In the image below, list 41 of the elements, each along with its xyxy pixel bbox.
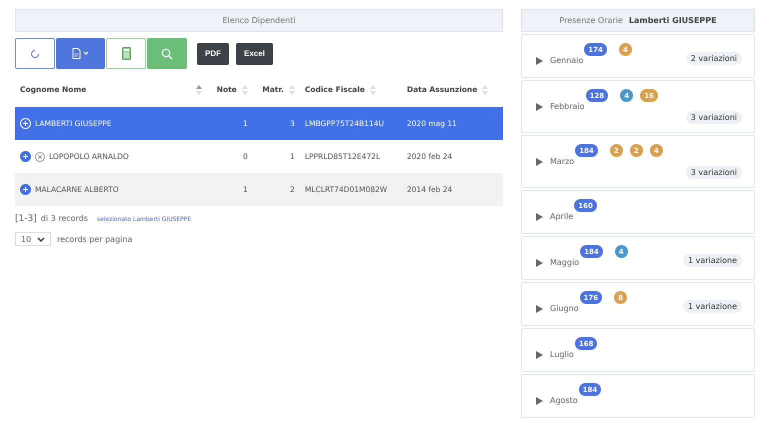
variations-tag: 3 variazioni [686, 111, 742, 124]
panel-title-text: Presenze Orarie [559, 16, 623, 25]
export-button[interactable]: Excel [236, 42, 273, 64]
month-name: Luglio [550, 350, 574, 359]
export-button[interactable]: PDF [197, 42, 229, 64]
records-count: di 3 records [40, 214, 88, 223]
chevron-down-icon [37, 236, 45, 242]
triangle-right-icon[interactable] [536, 213, 543, 221]
calculator-button[interactable] [106, 38, 146, 69]
search-icon [161, 48, 173, 60]
triangle-right-icon[interactable] [536, 259, 543, 267]
triangle-right-icon[interactable] [536, 57, 543, 65]
refresh-icon [30, 48, 40, 58]
month-name: Marzo [550, 157, 574, 166]
panel-title: Elenco Dipendenti [15, 9, 503, 32]
month-name: Febbraio [550, 102, 585, 111]
triangle-right-icon[interactable] [536, 397, 543, 405]
variations-tag: 1 variazione [683, 300, 742, 313]
plus-circle-icon[interactable] [20, 118, 31, 129]
employee-name: Lamberti GIUSEPPE [628, 16, 717, 25]
page-size-label: records per pagina [57, 234, 132, 244]
triangle-right-icon[interactable] [536, 103, 543, 111]
page-size-select[interactable]: 10 [15, 232, 51, 246]
plus-circle-icon[interactable] [20, 184, 31, 195]
export-button[interactable] [56, 38, 105, 69]
month-name: Aprile [550, 212, 574, 221]
triangle-right-icon[interactable] [536, 305, 543, 313]
document-icon [72, 48, 90, 59]
month-name: Giugno [550, 304, 579, 313]
month-name: Agosto [550, 396, 578, 405]
month-name: Gennaio [550, 56, 584, 65]
variations-tag: 3 variazioni [686, 166, 742, 179]
calculator-icon [122, 47, 130, 60]
triangle-right-icon[interactable] [536, 158, 543, 166]
refresh-button[interactable] [15, 38, 55, 69]
records-range: [1-3] [15, 214, 37, 224]
variations-tag: 2 variazioni [686, 52, 742, 65]
month-name: Maggio [550, 258, 580, 267]
triangle-right-icon[interactable] [536, 351, 543, 359]
plus-circle-icon[interactable] [20, 151, 31, 162]
variations-tag: 1 variazione [683, 254, 742, 267]
